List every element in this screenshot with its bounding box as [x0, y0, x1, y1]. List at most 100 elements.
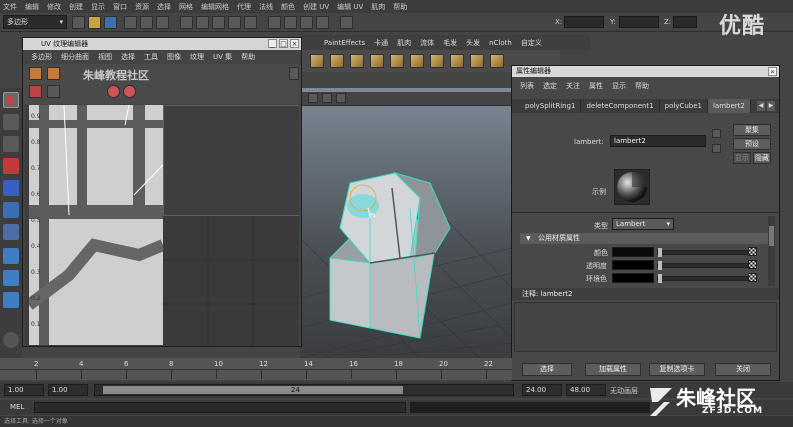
input-connection-icon[interactable] [712, 129, 721, 138]
color-swatch[interactable] [612, 247, 654, 257]
attr-scrollbar[interactable] [768, 216, 775, 286]
copy-tab-button[interactable]: 复制选项卡 [649, 363, 705, 376]
menu-item-0[interactable]: 文件 [3, 2, 17, 12]
uv-tool-icon[interactable] [107, 85, 120, 98]
uv-menu-item-7[interactable]: UV 集 [213, 52, 232, 62]
end-time-field[interactable]: 48.00 [566, 384, 606, 396]
menu-item-14[interactable]: 编辑 UV [337, 2, 363, 12]
node-tab-3[interactable]: lambert2 [707, 99, 751, 113]
shelf-tool-icon[interactable] [370, 54, 384, 68]
shelf-tool-icon[interactable] [390, 54, 404, 68]
layout-single-icon[interactable] [3, 248, 19, 264]
presets-button[interactable]: 预设 [733, 138, 771, 150]
shelf-tool-icon[interactable] [350, 54, 364, 68]
shelf-tool-icon[interactable] [410, 54, 424, 68]
menu-item-6[interactable]: 资源 [135, 2, 149, 12]
range-end-field[interactable]: 24.00 [522, 384, 562, 396]
range-slider[interactable]: 1 24 [94, 384, 514, 396]
tab-left-arrow-icon[interactable]: ◀ [757, 101, 765, 111]
select-hierarchy-icon[interactable] [124, 16, 137, 29]
menu-item-13[interactable]: 创建 UV [303, 2, 329, 12]
shelf-tab-5[interactable]: 头发 [466, 38, 480, 48]
menu-item-1[interactable]: 编辑 [25, 2, 39, 12]
snap-plane-icon[interactable] [244, 16, 257, 29]
menu-set-dropdown[interactable]: 多边形 ▾ [3, 15, 67, 29]
layout-four-icon[interactable] [3, 270, 19, 286]
node-name-field[interactable]: lambert2 [610, 135, 706, 147]
notes-textarea[interactable] [514, 302, 777, 352]
rotate-tool-icon[interactable] [3, 180, 19, 196]
attr-menu-item-4[interactable]: 显示 [612, 81, 626, 91]
uv-menu-item-6[interactable]: 纹理 [190, 52, 204, 62]
close-icon[interactable]: × [768, 67, 777, 76]
minimize-icon[interactable]: _ [268, 39, 277, 48]
select-object-icon[interactable] [140, 16, 153, 29]
uv-menu-item-8[interactable]: 帮助 [241, 52, 255, 62]
ambient-slider[interactable] [657, 274, 750, 283]
uv-tool-icon[interactable] [29, 67, 42, 80]
menu-item-16[interactable]: 帮助 [393, 2, 407, 12]
snap-grid-icon[interactable] [196, 16, 209, 29]
color-map-icon[interactable] [748, 247, 757, 256]
uv-tool-icon[interactable] [29, 85, 42, 98]
select-button[interactable]: 选择 [522, 363, 572, 376]
node-tab-0[interactable]: polySplitRing1 [520, 99, 582, 113]
menu-item-4[interactable]: 显示 [91, 2, 105, 12]
layout-persp-icon[interactable] [3, 292, 19, 308]
menu-item-10[interactable]: 代理 [237, 2, 251, 12]
menu-item-12[interactable]: 颜色 [281, 2, 295, 12]
lasso-select-icon[interactable] [3, 332, 19, 348]
range-start-field[interactable]: 1.00 [48, 384, 88, 396]
select-component-icon[interactable] [156, 16, 169, 29]
shelf-tab-2[interactable]: 肌肉 [397, 38, 411, 48]
uv-tool-icon[interactable] [289, 67, 299, 80]
uv-menu-item-0[interactable]: 多边形 [31, 52, 52, 62]
time-slider[interactable]: 2 4 6 8 10 12 14 16 18 20 22 [0, 358, 512, 380]
perspective-viewport[interactable] [300, 88, 512, 358]
menu-item-15[interactable]: 肌肉 [371, 2, 385, 12]
select-tool-icon[interactable] [3, 92, 19, 108]
uv-tool-icon[interactable] [47, 85, 60, 98]
y-coord-field[interactable] [619, 16, 659, 28]
mask-icon[interactable] [180, 16, 193, 29]
new-scene-icon[interactable] [72, 16, 85, 29]
paint-select-icon[interactable] [3, 136, 19, 152]
transparency-swatch[interactable] [612, 260, 654, 270]
snap-point-icon[interactable] [228, 16, 241, 29]
shelf-tool-icon[interactable] [490, 54, 504, 68]
close-icon[interactable]: × [290, 39, 299, 48]
lasso-tool-icon[interactable] [3, 114, 19, 130]
uv-menu-item-2[interactable]: 视图 [98, 52, 112, 62]
wireframe-icon[interactable] [322, 93, 332, 103]
output-connection-icon[interactable] [712, 144, 721, 153]
start-time-field[interactable]: 1.00 [4, 384, 44, 396]
shelf-tab-3[interactable]: 流体 [420, 38, 434, 48]
mel-input[interactable] [34, 402, 406, 413]
z-coord-field[interactable] [673, 16, 697, 28]
shelf-tool-icon[interactable] [430, 54, 444, 68]
attr-menu-item-0[interactable]: 列表 [520, 81, 534, 91]
attr-menu-item-2[interactable]: 关注 [566, 81, 580, 91]
uv-menu-item-1[interactable]: 细分曲面 [61, 52, 89, 62]
move-tool-icon[interactable] [3, 158, 19, 174]
menu-item-5[interactable]: 窗口 [113, 2, 127, 12]
tab-right-arrow-icon[interactable]: ▶ [767, 101, 775, 111]
camera-icon[interactable] [308, 93, 318, 103]
ambient-swatch[interactable] [612, 273, 654, 283]
input-line-icon[interactable] [340, 16, 353, 29]
menu-item-2[interactable]: 修改 [47, 2, 61, 12]
section-common-material[interactable]: ▼ 公用材质属性 [520, 233, 770, 244]
menu-item-9[interactable]: 编辑网格 [201, 2, 229, 12]
node-tab-1[interactable]: deleteComponent1 [581, 99, 660, 113]
menu-item-7[interactable]: 选择 [157, 2, 171, 12]
snap-curve-icon[interactable] [212, 16, 225, 29]
shelf-tool-icon[interactable] [310, 54, 324, 68]
menu-item-8[interactable]: 网格 [179, 2, 193, 12]
shelf-tab-4[interactable]: 毛发 [443, 38, 457, 48]
transparency-map-icon[interactable] [748, 260, 757, 269]
shelf-tool-icon[interactable] [470, 54, 484, 68]
uv-menu-item-4[interactable]: 工具 [144, 52, 158, 62]
shelf-tab-7[interactable]: 自定义 [521, 38, 542, 48]
manipulator-icon[interactable] [3, 224, 19, 240]
uv-tool-icon[interactable] [47, 67, 60, 80]
